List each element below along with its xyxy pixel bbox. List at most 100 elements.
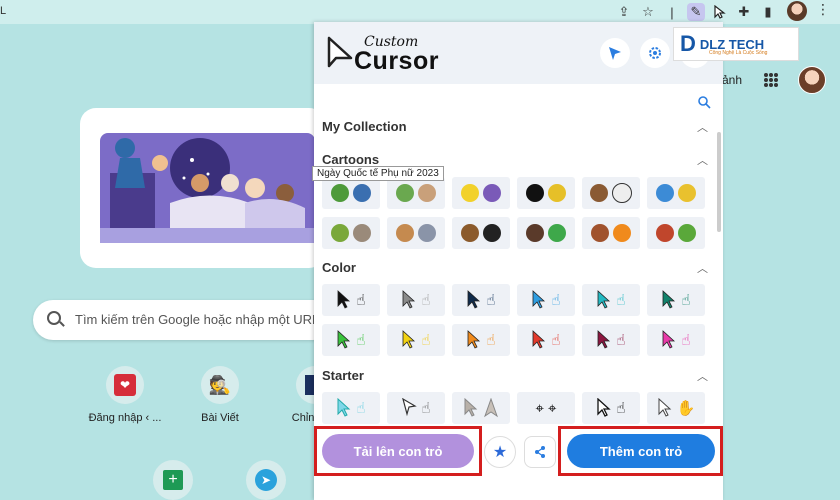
cartoon-grid bbox=[322, 177, 705, 249]
starter-cursor-white-outline[interactable]: ✋ bbox=[647, 392, 705, 424]
hand-cursor-icon: ☝ bbox=[486, 331, 496, 349]
hand-cursor-icon: ☝ bbox=[421, 331, 431, 349]
color-cursor-3[interactable]: ☝ bbox=[517, 284, 575, 316]
dlz-subtitle: Công Nghệ Là Cuộc Sống bbox=[709, 50, 768, 56]
color-grid: ☝ ☝ ☝ ☝ ☝ ☝ ☝ ☝ ☝ ☝ ☝ ☝ bbox=[322, 284, 705, 356]
favorite-button[interactable]: ★ bbox=[484, 436, 516, 468]
custom-cursor-extension-icon[interactable] bbox=[711, 3, 729, 21]
color-cursor-8[interactable]: ☝ bbox=[452, 324, 510, 356]
search-placeholder: Tìm kiếm trên Google hoặc nhập một URL bbox=[75, 312, 320, 327]
cartoon-cursor-turtle-2[interactable] bbox=[387, 177, 445, 209]
custom-cursor-popup: Custom Cursor D DLZ TECH Công Nghệ Là Cu… bbox=[314, 22, 799, 500]
shortcut-label: Bài Viết bbox=[201, 412, 239, 424]
popup-action-bar: Tải lên con trỏ ★ Thêm con trỏ bbox=[314, 424, 723, 480]
search-icon bbox=[47, 311, 61, 325]
cartoon-cursor-bears[interactable] bbox=[582, 177, 640, 209]
cartoon-cursor-garfield[interactable] bbox=[582, 217, 640, 249]
extensions-puzzle-icon[interactable]: ✚ bbox=[735, 3, 753, 21]
starter-heading[interactable]: Starter bbox=[322, 368, 364, 383]
google-search-box[interactable]: Tìm kiếm trên Google hoặc nhập một URL bbox=[33, 300, 333, 340]
upload-cursor-button[interactable]: Tải lên con trỏ bbox=[322, 434, 474, 468]
starter-cursor-outline[interactable]: ☝ bbox=[387, 392, 445, 424]
my-collection-heading[interactable]: My Collection bbox=[322, 119, 407, 134]
cartoon-cursor-minion[interactable] bbox=[452, 177, 510, 209]
share-page-icon[interactable]: ⇪ bbox=[615, 3, 633, 21]
color-cursor-9[interactable]: ☝ bbox=[517, 324, 575, 356]
share-button[interactable] bbox=[524, 436, 556, 468]
sheets-shortcut-icon[interactable]: + bbox=[153, 460, 193, 500]
cartoon-cursor-tom-jerry[interactable] bbox=[387, 217, 445, 249]
cartoon-cursor-ben[interactable] bbox=[517, 217, 575, 249]
browser-menu-icon[interactable]: ⋮ bbox=[816, 1, 830, 18]
side-panel-icon[interactable]: ▮ bbox=[759, 3, 777, 21]
color-cursor-4[interactable]: ☝ bbox=[582, 284, 640, 316]
color-cursor-0[interactable]: ☝ bbox=[322, 284, 380, 316]
popup-scrollbar[interactable] bbox=[717, 132, 721, 232]
starter-cursor-aqua[interactable]: ☝ bbox=[322, 392, 380, 424]
arrow-cursor-icon bbox=[533, 330, 546, 349]
popup-header: Custom Cursor bbox=[314, 22, 723, 84]
shortcut-posts[interactable]: 🕵 Bài Viết bbox=[181, 366, 259, 424]
color-cursor-11[interactable]: ☝ bbox=[647, 324, 705, 356]
search-icon[interactable] bbox=[697, 95, 711, 109]
hand-cursor-icon: ☝ bbox=[681, 331, 691, 349]
cartoon-cursor-turtle[interactable] bbox=[322, 177, 380, 209]
color-cursor-2[interactable]: ☝ bbox=[452, 284, 510, 316]
chevron-up-icon[interactable]: ︿ bbox=[697, 152, 708, 168]
color-cursor-1[interactable]: ☝ bbox=[387, 284, 445, 316]
color-cursor-5[interactable]: ☝ bbox=[647, 284, 705, 316]
telegram-shortcut-icon[interactable]: ➤ bbox=[246, 460, 286, 500]
doodle-tooltip: Ngày Quốc tế Phụ nữ 2023 bbox=[312, 166, 444, 181]
cartoons-heading[interactable]: Cartoons bbox=[322, 152, 379, 167]
send-cursor-icon bbox=[609, 47, 621, 60]
chevron-up-icon[interactable]: ︿ bbox=[697, 119, 708, 135]
browser-tab-strip: L ⇪ ☆ | ✎ ✚ ▮ ⋮ bbox=[0, 0, 840, 24]
bookmark-star-icon[interactable]: ☆ bbox=[639, 3, 657, 21]
hand-cursor-icon: ☝ bbox=[616, 331, 626, 349]
cartoon-cursor-felix[interactable] bbox=[517, 177, 575, 209]
arrow-cursor-icon bbox=[663, 330, 676, 349]
chevron-up-icon[interactable]: ︿ bbox=[697, 260, 708, 276]
chevron-up-icon[interactable]: ︿ bbox=[697, 368, 708, 384]
starter-cursor-crosshair[interactable]: ⌖ ⌖ bbox=[517, 392, 575, 424]
google-apps-icon[interactable] bbox=[764, 73, 778, 87]
cartoon-cursor-boy[interactable] bbox=[452, 217, 510, 249]
cartoon-cursor-grinch[interactable] bbox=[647, 217, 705, 249]
profile-avatar-icon[interactable] bbox=[787, 1, 807, 21]
spy-site-icon: 🕵 bbox=[201, 366, 239, 404]
settings-button[interactable] bbox=[640, 38, 670, 68]
hand-cursor-icon: ☝ bbox=[681, 291, 691, 309]
color-cursor-10[interactable]: ☝ bbox=[582, 324, 640, 356]
shortcut-login[interactable]: ❤ Đăng nhập ‹ ... bbox=[86, 366, 164, 424]
arrow-cursor-icon bbox=[338, 330, 351, 349]
shortcut-label: Đăng nhập ‹ ... bbox=[88, 412, 162, 424]
arrow-cursor-icon bbox=[338, 290, 351, 309]
cursor-mode-button[interactable] bbox=[600, 38, 630, 68]
add-cursor-button[interactable]: Thêm con trỏ bbox=[567, 434, 715, 468]
heart-site-icon: ❤ bbox=[106, 366, 144, 404]
hand-cursor-icon: ☝ bbox=[356, 331, 366, 349]
starter-grid: ☝ ☝ ⌖ ⌖ ☝ ✋ bbox=[322, 392, 705, 424]
starter-cursor-grey[interactable] bbox=[452, 392, 510, 424]
images-link[interactable]: ảnh bbox=[722, 73, 742, 87]
google-doodle[interactable] bbox=[80, 108, 325, 268]
tab-edge-text: L bbox=[0, 5, 7, 17]
toolbar-icons: ⇪ ☆ | ✎ ✚ ▮ bbox=[615, 3, 777, 21]
arrow-cursor-icon bbox=[403, 290, 416, 309]
logo-text-bottom: Cursor bbox=[354, 47, 439, 75]
arrow-cursor-icon bbox=[468, 330, 481, 349]
starter-cursor-black-outline[interactable]: ☝ bbox=[582, 392, 640, 424]
hand-cursor-icon: ☝ bbox=[551, 331, 561, 349]
color-heading[interactable]: Color bbox=[322, 260, 356, 275]
dlz-logo-mark: D bbox=[680, 31, 696, 56]
pen-extension-icon[interactable]: ✎ bbox=[687, 3, 705, 21]
hand-cursor-icon: ☝ bbox=[486, 291, 496, 309]
cartoon-cursor-birds[interactable] bbox=[647, 177, 705, 209]
hand-cursor-icon: ☝ bbox=[421, 291, 431, 309]
account-avatar[interactable] bbox=[798, 66, 826, 94]
hand-cursor-icon: ☝ bbox=[551, 291, 561, 309]
cartoon-cursor-shrek[interactable] bbox=[322, 217, 380, 249]
color-cursor-6[interactable]: ☝ bbox=[322, 324, 380, 356]
arrow-cursor-icon bbox=[663, 290, 676, 309]
color-cursor-7[interactable]: ☝ bbox=[387, 324, 445, 356]
